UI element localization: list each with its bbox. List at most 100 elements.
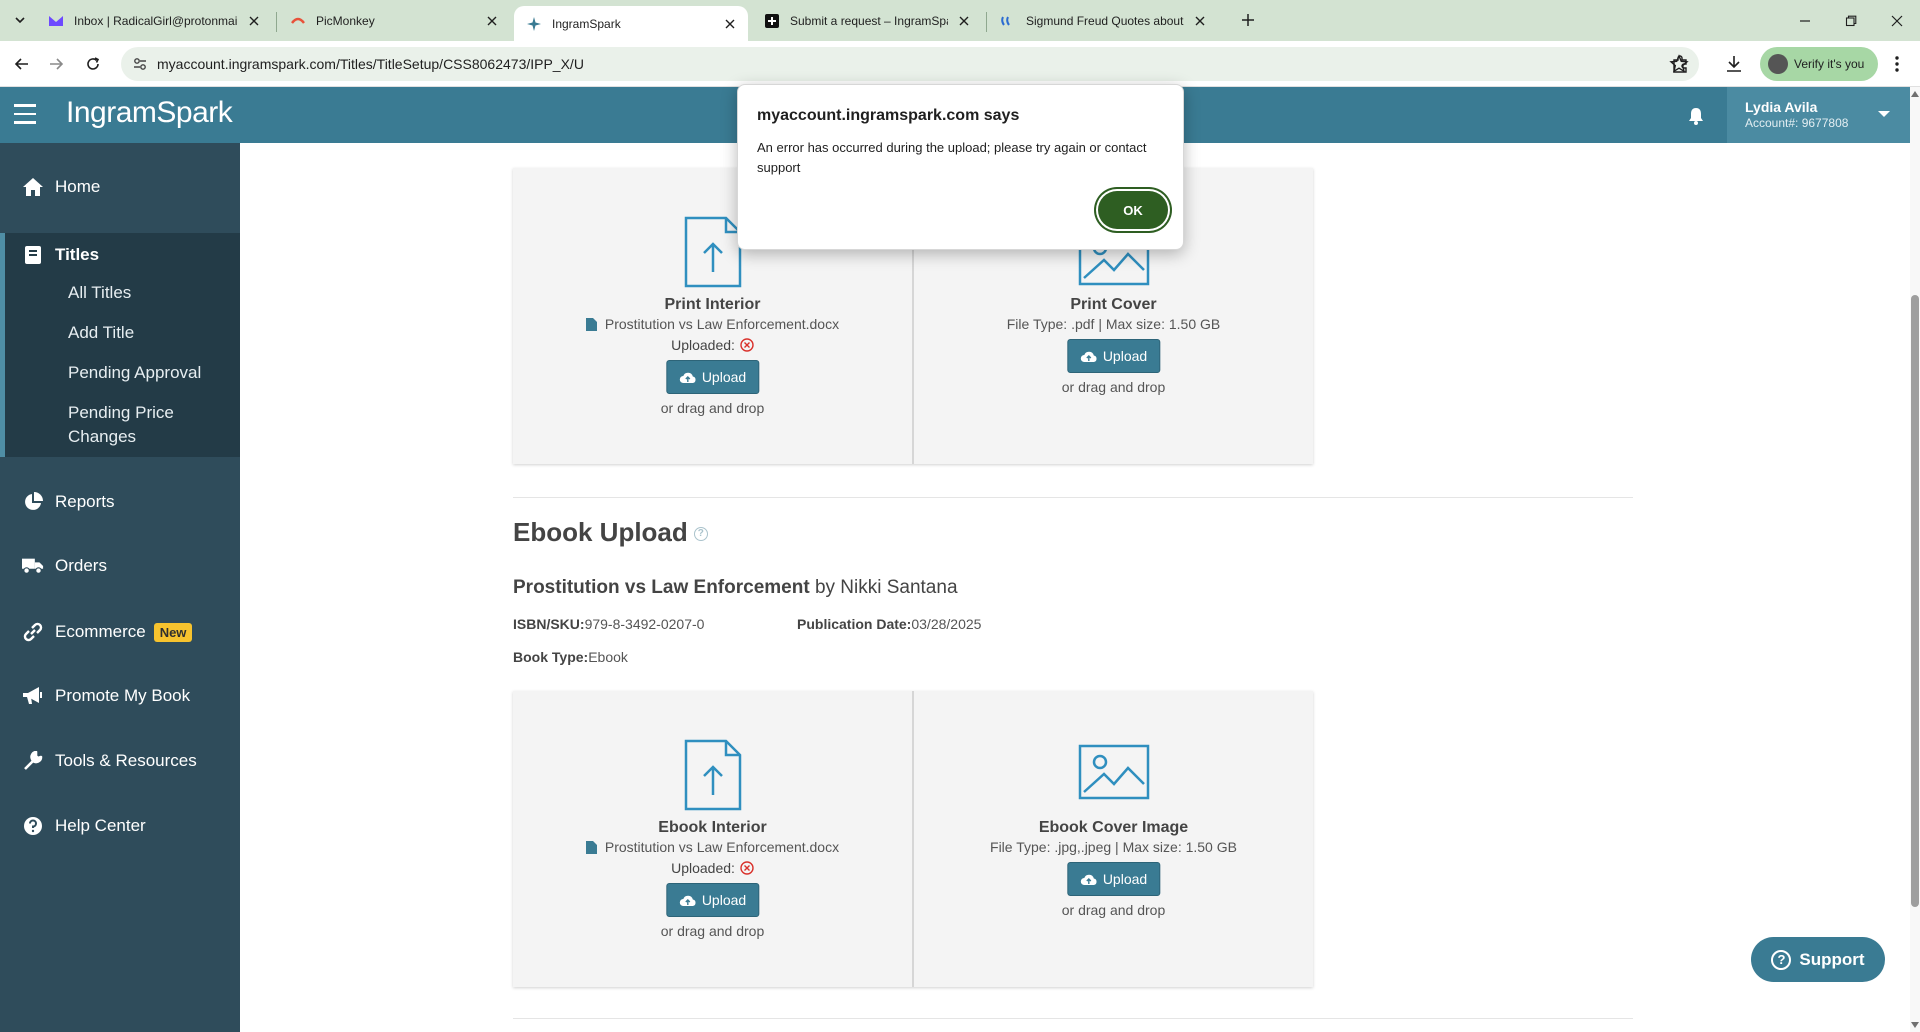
isbn-value: 979-8-3492-0207-0 [584,616,705,632]
cloud-upload-icon [1080,874,1097,885]
file-name: Prostitution vs Law Enforcement.docx [604,839,840,855]
error-x-icon [740,338,754,352]
new-tab-button[interactable] [1236,8,1260,32]
sidebar-item-label: Ecommerce [55,622,146,641]
restore-button[interactable] [1828,0,1874,41]
verify-label: Verify it's you [1794,57,1865,71]
tab-freud-quotes[interactable]: Sigmund Freud Quotes about S [988,6,1218,36]
ebook-interior-dropzone[interactable]: Ebook Interior Prostitution vs Law Enfor… [513,691,912,987]
drag-drop-hint: or drag and drop [1061,379,1166,395]
scrollbar-thumb[interactable] [1911,295,1919,907]
ebook-cover-upload-button[interactable]: Upload [1066,862,1161,896]
scroll-up-arrow-icon[interactable] [1911,90,1919,98]
address-bar[interactable]: myaccount.ingramspark.com/Titles/TitleSe… [121,47,1699,81]
close-icon[interactable] [722,16,738,32]
question-circle-icon: ? [1771,949,1792,970]
sidebar-subitem-pending-price-changes[interactable]: Pending Price Changes [68,401,174,449]
sidebar: Home Titles All Titles Add Title Pending… [0,143,240,1032]
user-name: Lydia Avila [1745,99,1818,115]
sidebar-item-titles[interactable]: Titles [5,235,245,275]
sidebar-item-promote[interactable]: Promote My Book [0,676,240,716]
close-icon[interactable] [956,13,972,29]
help-icon[interactable]: ? [693,527,708,542]
print-cover-filetype: File Type: .pdf | Max size: 1.50 GB [1006,316,1221,332]
arrow-left-icon [14,58,28,70]
ingramspark-logo[interactable]: IngramSpark [66,96,233,130]
booktype-value: Ebook [588,649,628,665]
upload-label: Upload [701,369,747,385]
home-icon [22,176,44,198]
alert-dialog: myaccount.ingramspark.com says An error … [737,84,1184,250]
close-window-button[interactable] [1874,0,1920,41]
hamburger-menu-icon[interactable] [14,104,36,126]
bell-icon[interactable] [1686,106,1706,126]
link-icon [22,621,44,643]
ebook-upload-panel: Ebook Interior Prostitution vs Law Enfor… [513,691,1313,987]
ingramspark-icon [527,16,541,31]
tab-proton-mail[interactable]: Inbox | RadicalGirl@protonmail [36,6,272,36]
support-button[interactable]: ? Support [1751,937,1885,982]
extensions-button[interactable] [1670,53,1692,75]
file-icon [585,840,597,854]
arrow-right-icon [50,58,64,70]
verify-identity-button[interactable]: Verify it's you [1760,47,1878,81]
pubdate-meta: Publication Date:03/28/2025 [797,616,981,632]
sidebar-item-orders[interactable]: Orders [0,546,240,586]
close-icon[interactable] [1192,13,1208,29]
tab-search-dropdown[interactable] [8,8,32,32]
upload-label: Upload [701,892,747,908]
upload-label: Upload [1102,348,1148,364]
sidebar-subitem-add-title[interactable]: Add Title [68,321,134,345]
sidebar-item-label: Promote My Book [55,686,191,705]
user-menu[interactable]: Lydia Avila Account#: 9677808 [1727,87,1910,143]
minimize-button[interactable] [1782,0,1828,41]
forward-button[interactable] [41,49,71,79]
tab-picmonkey[interactable]: PicMonkey [278,6,510,36]
support-label: Support [1799,949,1865,969]
sidebar-item-home[interactable]: Home [0,167,240,207]
isbn-label: ISBN/SKU: [513,616,585,632]
print-cover-upload-button[interactable]: Upload [1066,339,1161,373]
sidebar-subitem-pending-approval[interactable]: Pending Approval [68,361,201,385]
print-interior-title: Print Interior [664,296,761,313]
sidebar-subitem-all-titles[interactable]: All Titles [68,281,131,305]
pie-chart-icon [22,491,44,513]
ebook-cover-title: Ebook Cover Image [1038,819,1189,836]
browser-menu-button[interactable] [1886,53,1908,75]
plus-icon [1242,14,1254,26]
sidebar-item-help[interactable]: Help Center [0,806,240,846]
sidebar-item-ecommerce[interactable]: Ecommerce New [0,612,240,652]
error-x-icon [740,861,754,875]
sidebar-item-reports[interactable]: Reports [0,482,240,522]
ebook-cover-dropzone[interactable]: Ebook Cover Image File Type: .jpg,.jpeg … [914,691,1313,987]
drag-drop-hint: or drag and drop [1061,902,1166,918]
zendesk-icon [765,14,779,28]
tab-ingramspark[interactable]: IngramSpark [514,6,748,41]
sidebar-item-label: Tools & Resources [55,751,197,770]
scroll-down-arrow-icon[interactable] [1911,1021,1919,1029]
sidebar-item-tools[interactable]: Tools & Resources [0,741,240,781]
sidebar-item-label: Orders [55,556,107,575]
close-icon[interactable] [484,13,500,29]
print-interior-file: Prostitution vs Law Enforcement.docx [513,316,912,332]
tab-title: PicMonkey [316,14,375,28]
restore-icon [1845,15,1857,26]
file-upload-icon [684,739,741,811]
reload-button[interactable] [78,49,108,79]
wrench-icon [22,750,44,772]
close-icon[interactable] [246,13,262,29]
print-interior-upload-button[interactable]: Upload [665,360,760,394]
section-divider [513,497,1633,498]
downloads-button[interactable] [1723,53,1745,75]
drag-drop-hint: or drag and drop [660,923,765,939]
truck-icon [22,555,44,577]
book-title-text: Prostitution vs Law Enforcement [513,577,810,598]
account-number: Account#: 9677808 [1745,116,1849,130]
file-upload-icon [684,216,741,288]
ebook-interior-upload-button[interactable]: Upload [665,883,760,917]
ok-button[interactable]: OK [1098,191,1168,229]
drag-drop-hint: or drag and drop [660,400,765,416]
tab-title: Submit a request – IngramSpark [790,14,948,28]
tab-submit-request[interactable]: Submit a request – IngramSpark [752,6,982,36]
back-button[interactable] [7,49,37,79]
